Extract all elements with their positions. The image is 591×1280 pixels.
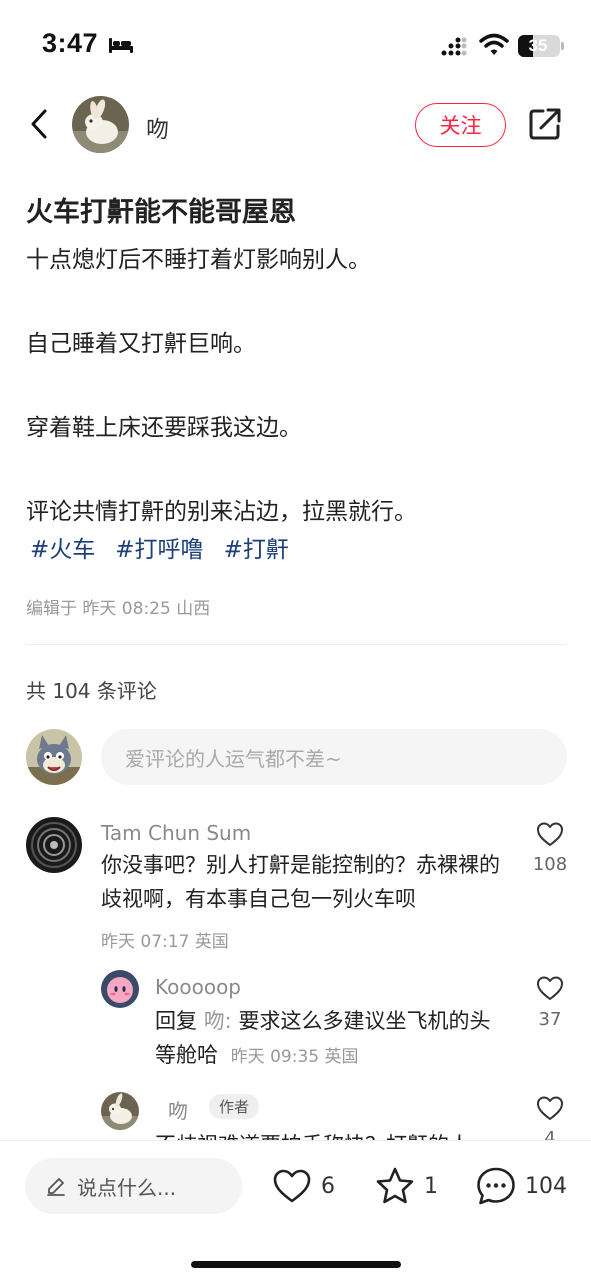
- heart-icon: [273, 1169, 311, 1203]
- like-count: 6: [321, 1173, 335, 1199]
- tag-list: #火车 #打呼噜 #打鼾: [30, 530, 289, 564]
- home-indicator[interactable]: [191, 1261, 401, 1268]
- tag-link[interactable]: #火车: [30, 530, 95, 564]
- like-count: 108: [532, 854, 568, 875]
- star-icon: [376, 1167, 414, 1204]
- cartoon-cat-avatar-image: [26, 729, 82, 785]
- author-name[interactable]: 吻: [146, 110, 169, 144]
- post-body: 十点熄灯后不睡打着灯影响别人。 自己睡着又打鼾巨响。 穿着鞋上床还要踩我这边。 …: [26, 244, 566, 538]
- divider: [26, 644, 566, 645]
- rabbit-avatar-image: [101, 1092, 139, 1130]
- signal-icon: [441, 37, 467, 56]
- current-user-avatar: [26, 729, 82, 785]
- share-icon[interactable]: [527, 106, 563, 142]
- bottom-input-placeholder: 说点什么...: [77, 1175, 177, 1200]
- comments-count: 共 104 条评论: [26, 679, 157, 703]
- status-bar: 3:47 35: [0, 0, 591, 92]
- author-avatar[interactable]: [72, 96, 129, 153]
- commenter-avatar[interactable]: [26, 817, 82, 873]
- reply-prefix: 回复: [155, 1009, 197, 1033]
- heart-icon[interactable]: [536, 821, 564, 847]
- post-header: 吻 关注: [0, 92, 591, 158]
- like-count: 37: [538, 1009, 562, 1030]
- back-icon[interactable]: [26, 106, 52, 142]
- pink-character-avatar-image: [101, 970, 139, 1008]
- comment-text: 你没事吧？别人打鼾是能控制的？赤裸裸的歧视啊，有本事自己包一列火车呗: [101, 853, 500, 911]
- post-title: 火车打鼾能不能哥屋恩: [26, 197, 296, 228]
- comment-icon: [477, 1167, 515, 1205]
- comment-author[interactable]: Tam Chun Sum: [101, 821, 251, 845]
- heart-icon[interactable]: [536, 1095, 564, 1121]
- heart-icon[interactable]: [536, 975, 564, 1001]
- reply-author[interactable]: Kooooop: [155, 975, 241, 999]
- like-button[interactable]: 6: [271, 1165, 335, 1207]
- bottom-action-bar: 说点什么... 6 1 104: [0, 1140, 591, 1280]
- post-paragraph: 穿着鞋上床还要踩我这边。: [26, 415, 302, 441]
- pen-icon: [47, 1178, 65, 1196]
- comment-input[interactable]: 爱评论的人运气都不差~: [101, 729, 567, 785]
- reply-to-user[interactable]: 吻:: [204, 1009, 232, 1033]
- collect-button[interactable]: 1: [374, 1165, 438, 1207]
- reply-text: 回复 吻: 要求这么多建议坐飞机的头等舱哈 昨天 09:35 英国: [155, 1004, 510, 1074]
- collect-count: 1: [424, 1173, 438, 1199]
- bottom-comment-input[interactable]: 说点什么...: [25, 1158, 242, 1214]
- reply-text: 不歧视难道要拍手称快？打鼾的人: [155, 1128, 495, 1140]
- bed-icon: [109, 38, 133, 53]
- status-time: 3:47: [42, 28, 99, 58]
- reply-meta: 昨天 09:35 英国: [230, 1047, 359, 1067]
- commenter-avatar[interactable]: [101, 1092, 139, 1130]
- post-meta: 编辑于 昨天 08:25 山西: [26, 599, 211, 619]
- post-paragraph: 自己睡着又打鼾巨响。: [26, 331, 256, 357]
- like-count: 4: [544, 1128, 556, 1140]
- battery-tip: [561, 42, 564, 50]
- comment-meta: 昨天 07:17 英国: [101, 932, 229, 952]
- spiral-avatar-image: [26, 817, 82, 873]
- commenter-avatar[interactable]: [101, 970, 139, 1008]
- battery-percent: 35: [528, 36, 548, 55]
- rabbit-avatar-image: [72, 96, 129, 153]
- tag-link[interactable]: #打鼾: [224, 530, 289, 564]
- post-paragraph: 十点熄灯后不睡打着灯影响别人。: [26, 247, 371, 273]
- comment-button[interactable]: 104: [475, 1165, 567, 1207]
- reply-author[interactable]: 吻: [168, 1095, 188, 1124]
- follow-button[interactable]: 关注: [415, 103, 506, 147]
- comment-count: 104: [525, 1173, 567, 1199]
- wifi-icon: [479, 33, 509, 55]
- tag-link[interactable]: #打呼噜: [115, 530, 203, 564]
- battery-icon: 35: [518, 35, 560, 57]
- author-badge: 作者: [209, 1094, 260, 1119]
